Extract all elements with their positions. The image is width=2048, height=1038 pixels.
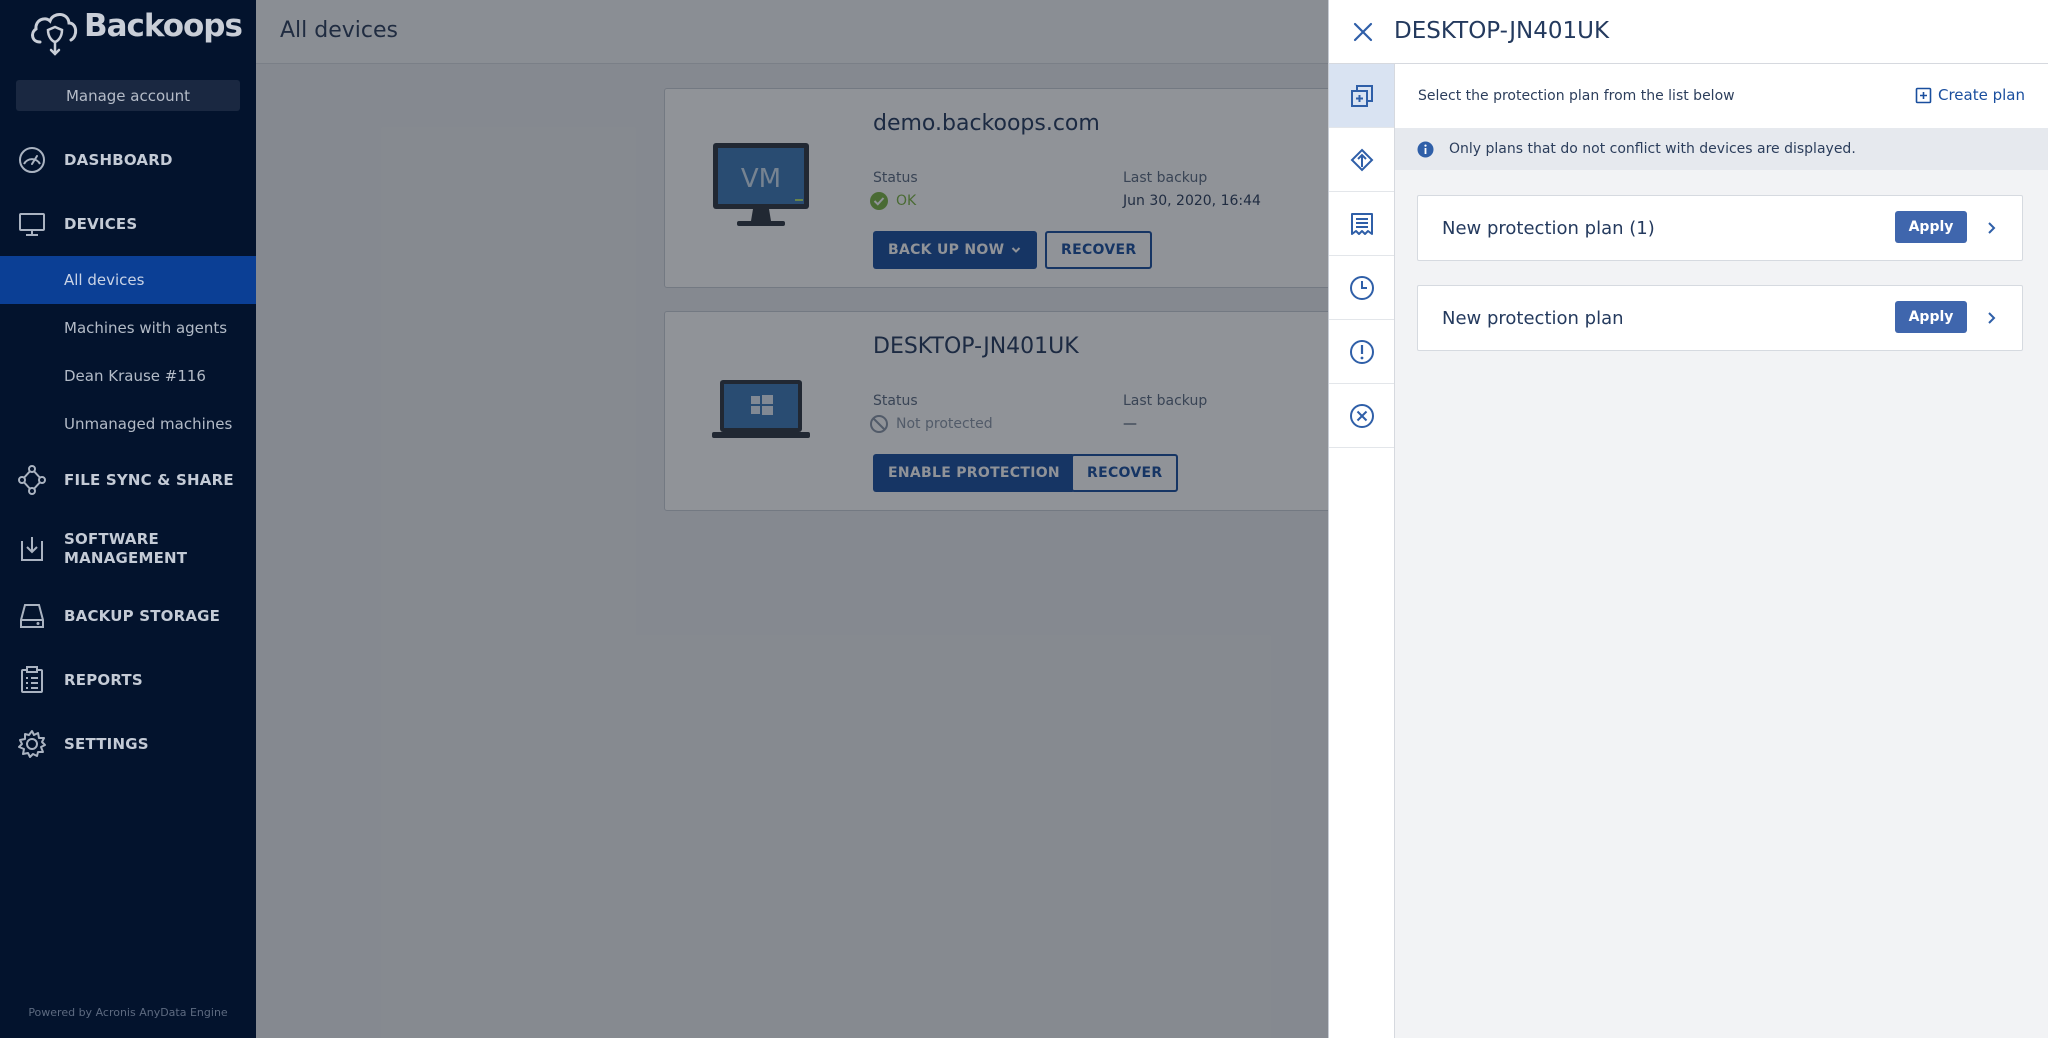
nav-label: SETTINGS: [64, 734, 149, 753]
instruction-bar: Select the protection plan from the list…: [1395, 64, 2048, 128]
drive-icon: [20, 604, 44, 628]
nav-settings[interactable]: SETTINGS: [0, 728, 256, 760]
protection-plans-icon: [1350, 84, 1373, 107]
upload-icon: [1350, 148, 1373, 171]
nav-file-sync-share[interactable]: FILE SYNC & SHARE: [0, 464, 256, 496]
apply-button[interactable]: Apply: [1895, 301, 1967, 333]
protection-plan-list: Select the protection plan from the list…: [1395, 64, 2048, 1038]
sidebar-item-machines-with-agents[interactable]: Machines with agents: [0, 304, 256, 352]
sidebar-item-dean-krause[interactable]: Dean Krause #116: [0, 352, 256, 400]
instruction-text: Select the protection plan from the list…: [1418, 88, 1735, 104]
nav-label: SOFTWARE MANAGEMENT: [64, 530, 188, 567]
tab-delete[interactable]: [1329, 384, 1394, 448]
download-box-icon: [21, 537, 43, 561]
close-circle-icon: [1349, 403, 1374, 428]
clipboard-icon: [21, 666, 43, 693]
brand-logo[interactable]: Backoops: [28, 6, 243, 58]
chevron-right-icon[interactable]: [1985, 216, 1999, 240]
sidebar-item-unmanaged-machines[interactable]: Unmanaged machines: [0, 400, 256, 448]
share-nodes-icon: [18, 465, 46, 495]
tab-alerts[interactable]: [1329, 320, 1394, 384]
sidebar: Backoops Manage account DASHBOARD DEVICE…: [0, 0, 256, 1038]
monitor-icon: [19, 213, 45, 236]
tab-protection[interactable]: [1329, 64, 1394, 128]
tab-recovery[interactable]: [1329, 128, 1394, 192]
nav-dashboard[interactable]: DASHBOARD: [0, 144, 256, 176]
create-plan-link[interactable]: Create plan: [1915, 86, 2025, 104]
alert-icon: [1349, 339, 1374, 364]
plan-name: New protection plan: [1442, 308, 1624, 329]
create-plan-label: Create plan: [1938, 86, 2025, 104]
plan-row[interactable]: New protection plan Apply: [1417, 285, 2023, 351]
chevron-right-icon[interactable]: [1985, 306, 1999, 330]
nav-reports[interactable]: REPORTS: [0, 664, 256, 696]
gear-icon: [18, 730, 46, 758]
nav-label: DEVICES: [64, 214, 138, 233]
manage-account-button[interactable]: Manage account: [16, 80, 240, 111]
gauge-icon: [19, 147, 45, 173]
apply-button[interactable]: Apply: [1895, 211, 1967, 243]
nav-label: BACKUP STORAGE: [64, 606, 221, 625]
close-icon[interactable]: [1349, 18, 1377, 46]
tab-details[interactable]: [1329, 192, 1394, 256]
info-icon: [1417, 141, 1434, 157]
nav-label: REPORTS: [64, 670, 143, 689]
brand-name: Backoops: [84, 8, 243, 44]
powered-by-text: Powered by Acronis AnyData Engine: [28, 1006, 228, 1019]
panel-title: DESKTOP-JN401UK: [1394, 18, 1610, 44]
info-text: Only plans that do not conflict with dev…: [1449, 141, 1856, 157]
panel-tabs: [1329, 64, 1395, 1038]
device-details-panel: DESKTOP-JN401UK Select the protection pl…: [1328, 0, 2048, 1038]
document-icon: [1350, 212, 1373, 235]
nav-software-management[interactable]: SOFTWARE MANAGEMENT: [0, 528, 256, 570]
clock-icon: [1349, 275, 1374, 300]
sidebar-item-all-devices[interactable]: All devices: [0, 256, 256, 304]
cloud-shield-logo-icon: [31, 13, 78, 56]
plus-square-icon: [1915, 87, 1932, 103]
nav-devices[interactable]: DEVICES: [0, 208, 256, 240]
nav-backup-storage[interactable]: BACKUP STORAGE: [0, 600, 256, 632]
plan-name: New protection plan (1): [1442, 218, 1655, 239]
nav-label: DASHBOARD: [64, 150, 173, 169]
tab-activities[interactable]: [1329, 256, 1394, 320]
info-banner: Only plans that do not conflict with dev…: [1395, 128, 2048, 170]
nav-label: FILE SYNC & SHARE: [64, 470, 234, 489]
plan-row[interactable]: New protection plan (1) Apply: [1417, 195, 2023, 261]
panel-header: DESKTOP-JN401UK: [1329, 0, 2048, 64]
